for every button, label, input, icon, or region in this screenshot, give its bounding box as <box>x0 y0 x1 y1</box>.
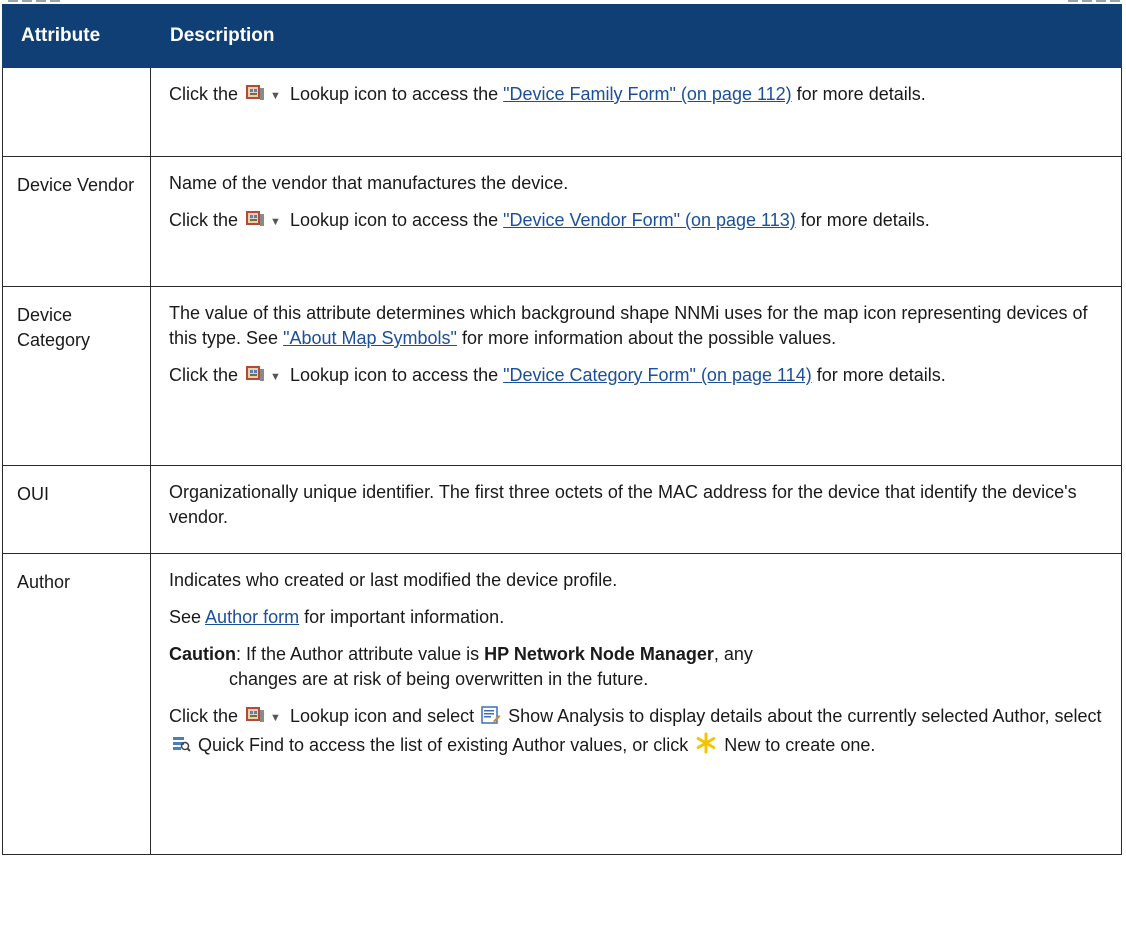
author-form-paragraph: See Author form for important informatio… <box>169 607 505 627</box>
description-text: Indicates who created or last modified t… <box>169 570 618 590</box>
description-cell: Organizationally unique identifier. The … <box>150 465 1122 554</box>
description-cell: Click the ▼ Lookup icon to access the "D… <box>150 67 1122 157</box>
header-attribute: Attribute <box>2 4 151 68</box>
description-cell: The value of this attribute determines w… <box>150 286 1122 466</box>
table-row: Device Category The value of this attrib… <box>2 286 1122 466</box>
table-row: OUI Organizationally unique identifier. … <box>2 465 1122 554</box>
lookup-icon[interactable]: ▼ <box>245 208 281 228</box>
attribute-table: Attribute Description Click the ▼ Lookup… <box>2 4 1122 855</box>
lookup-icon[interactable]: ▼ <box>245 704 281 724</box>
quick-find-icon[interactable] <box>171 734 191 761</box>
lookup-paragraph: Click the ▼ Lookup icon to access the "D… <box>169 208 930 230</box>
lookup-icon[interactable]: ▼ <box>245 82 281 102</box>
header-description: Description <box>150 4 1122 68</box>
table-row: Author Indicates who created or last mod… <box>2 553 1122 855</box>
description-cell: Name of the vendor that manufactures the… <box>150 156 1122 287</box>
attribute-cell: OUI <box>2 465 151 554</box>
attribute-cell: Device Vendor <box>2 156 151 287</box>
device-vendor-form-link[interactable]: "Device Vendor Form" (on page 113) <box>503 210 796 230</box>
new-star-icon[interactable] <box>695 732 717 761</box>
description-text: Organizationally unique identifier. The … <box>169 482 1077 527</box>
caution-label: Caution <box>169 644 236 664</box>
caution-author-value: HP Network Node Manager <box>484 644 714 664</box>
lookup-paragraph: Click the ▼ Lookup icon and select Show … <box>169 704 1103 761</box>
attribute-cell: Author <box>2 553 151 855</box>
attribute-cell: Device Category <box>2 286 151 466</box>
author-form-link[interactable]: Author form <box>205 607 299 627</box>
device-category-form-link[interactable]: "Device Category Form" (on page 114) <box>503 365 812 385</box>
attribute-cell <box>2 67 151 157</box>
device-family-form-link[interactable]: "Device Family Form" (on page 112) <box>503 84 792 104</box>
table-header-row: Attribute Description <box>2 4 1122 68</box>
lookup-paragraph: Click the ▼ Lookup icon to access the "D… <box>169 363 946 385</box>
show-analysis-icon[interactable] <box>481 705 501 732</box>
table-row: Device Vendor Name of the vendor that ma… <box>2 156 1122 287</box>
lookup-icon[interactable]: ▼ <box>245 363 281 383</box>
caution-note: Caution: If the Author attribute value i… <box>169 644 753 689</box>
lookup-paragraph: Click the ▼ Lookup icon to access the "D… <box>169 82 926 104</box>
about-map-symbols-link[interactable]: "About Map Symbols" <box>283 328 457 348</box>
description-text: Name of the vendor that manufactures the… <box>169 173 569 193</box>
table-row: Click the ▼ Lookup icon to access the "D… <box>2 67 1122 157</box>
description-text: The value of this attribute determines w… <box>169 303 1088 348</box>
description-cell: Indicates who created or last modified t… <box>150 553 1122 855</box>
